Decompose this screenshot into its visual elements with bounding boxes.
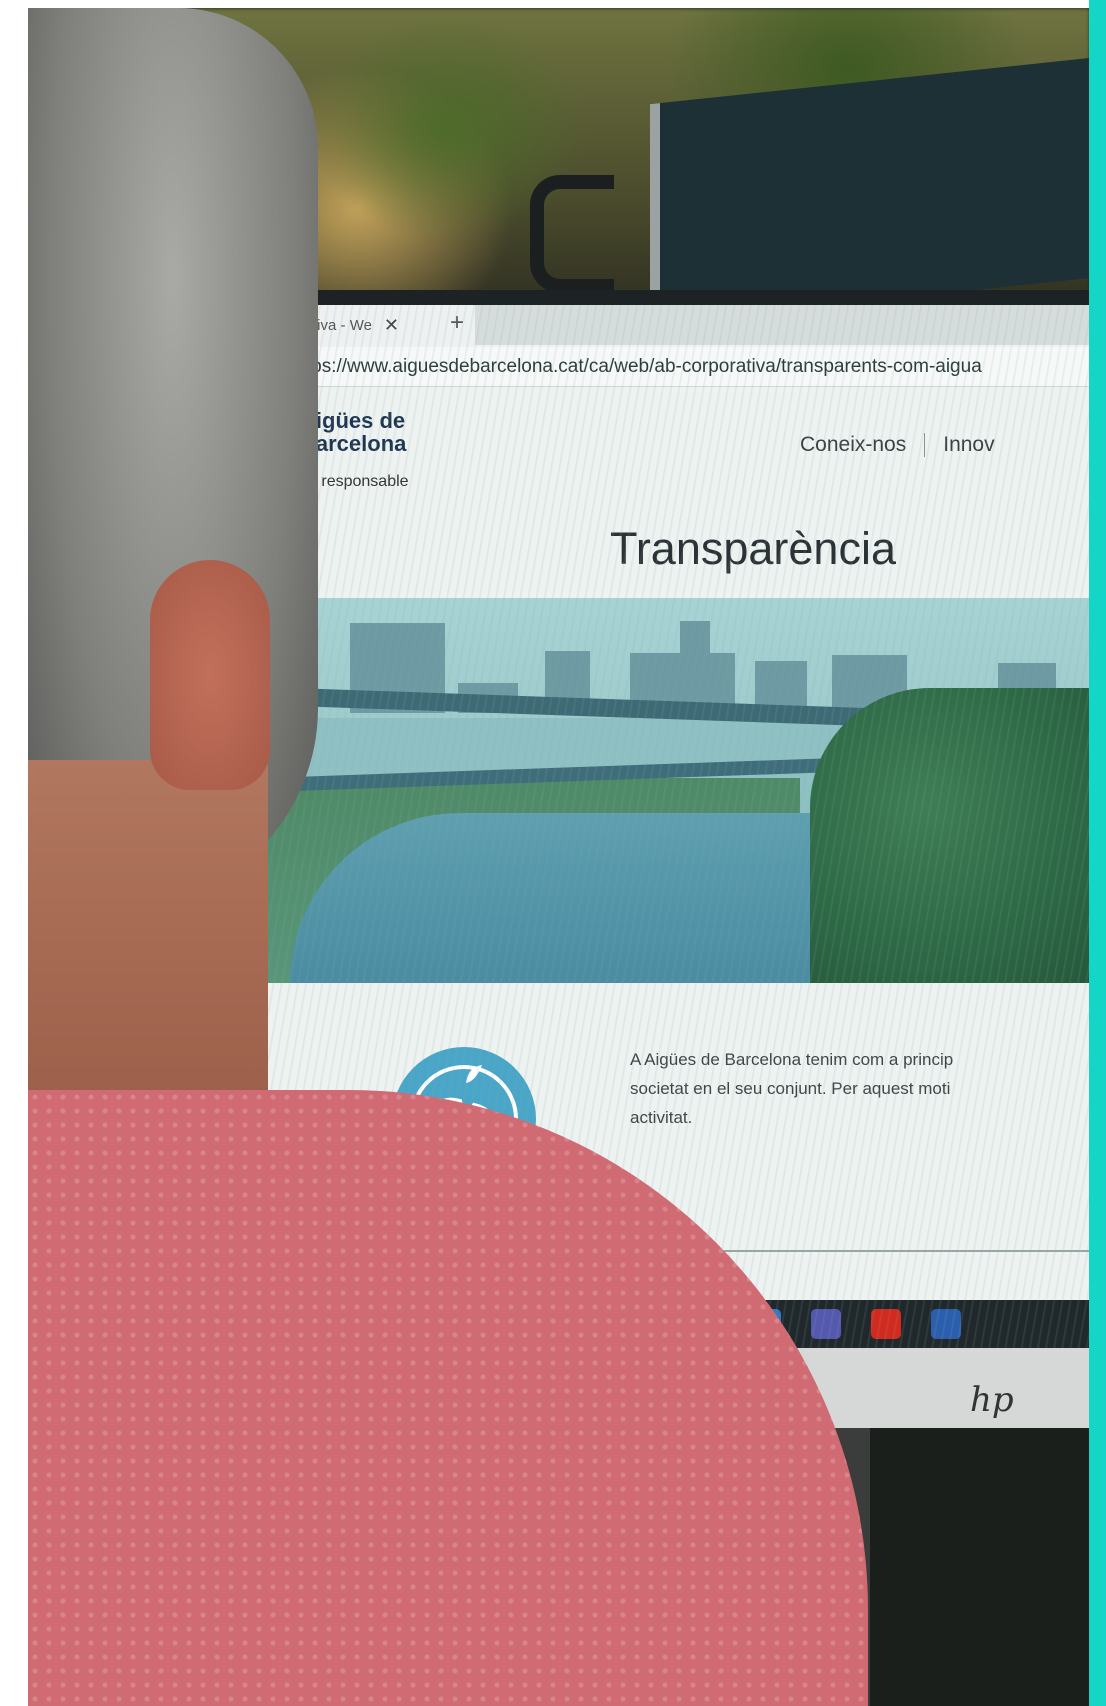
teams-icon[interactable] xyxy=(811,1309,841,1339)
close-tab-icon[interactable]: ✕ xyxy=(384,315,399,336)
monitor-brand-logo: hp xyxy=(970,1380,1014,1420)
accent-strip xyxy=(1089,0,1106,1706)
background-clip xyxy=(530,175,614,293)
image-border-left xyxy=(0,0,28,1706)
browser-tab-bar: rporativa - We ✕ + xyxy=(200,305,1090,345)
nav-item-coneix-nos[interactable]: Coneix-nos xyxy=(800,433,906,457)
person-ear xyxy=(150,560,270,790)
intro-text: A Aigües de Barcelona tenim com a princi… xyxy=(630,1045,1090,1132)
intro-line-1: A Aigües de Barcelona tenim com a princi… xyxy=(630,1050,954,1069)
url-text: https://www.aiguesdebarcelona.cat/ca/web… xyxy=(290,355,982,377)
nav-separator xyxy=(924,433,926,457)
hero-image xyxy=(200,598,1090,983)
word-icon[interactable] xyxy=(931,1309,961,1339)
new-tab-icon[interactable]: + xyxy=(450,309,464,337)
intro-line-3: activitat. xyxy=(630,1108,693,1127)
image-border-top xyxy=(0,0,1106,8)
nav-item-innov[interactable]: Innov xyxy=(943,433,994,457)
site-nav: Coneix-nos Innov xyxy=(800,433,995,457)
hero-building xyxy=(680,621,710,713)
hero-trees xyxy=(810,688,1090,983)
person-neck xyxy=(28,760,268,1110)
address-bar[interactable]: https://www.aiguesdebarcelona.cat/ca/web… xyxy=(270,347,1090,387)
photo-scene: rporativa - We ✕ + https://www.aiguesdeb… xyxy=(0,0,1106,1706)
page-title: Transparència xyxy=(610,523,896,574)
intro-line-2: societat en el seu conjunt. Per aquest m… xyxy=(630,1079,951,1098)
acrobat-icon[interactable] xyxy=(871,1309,901,1339)
